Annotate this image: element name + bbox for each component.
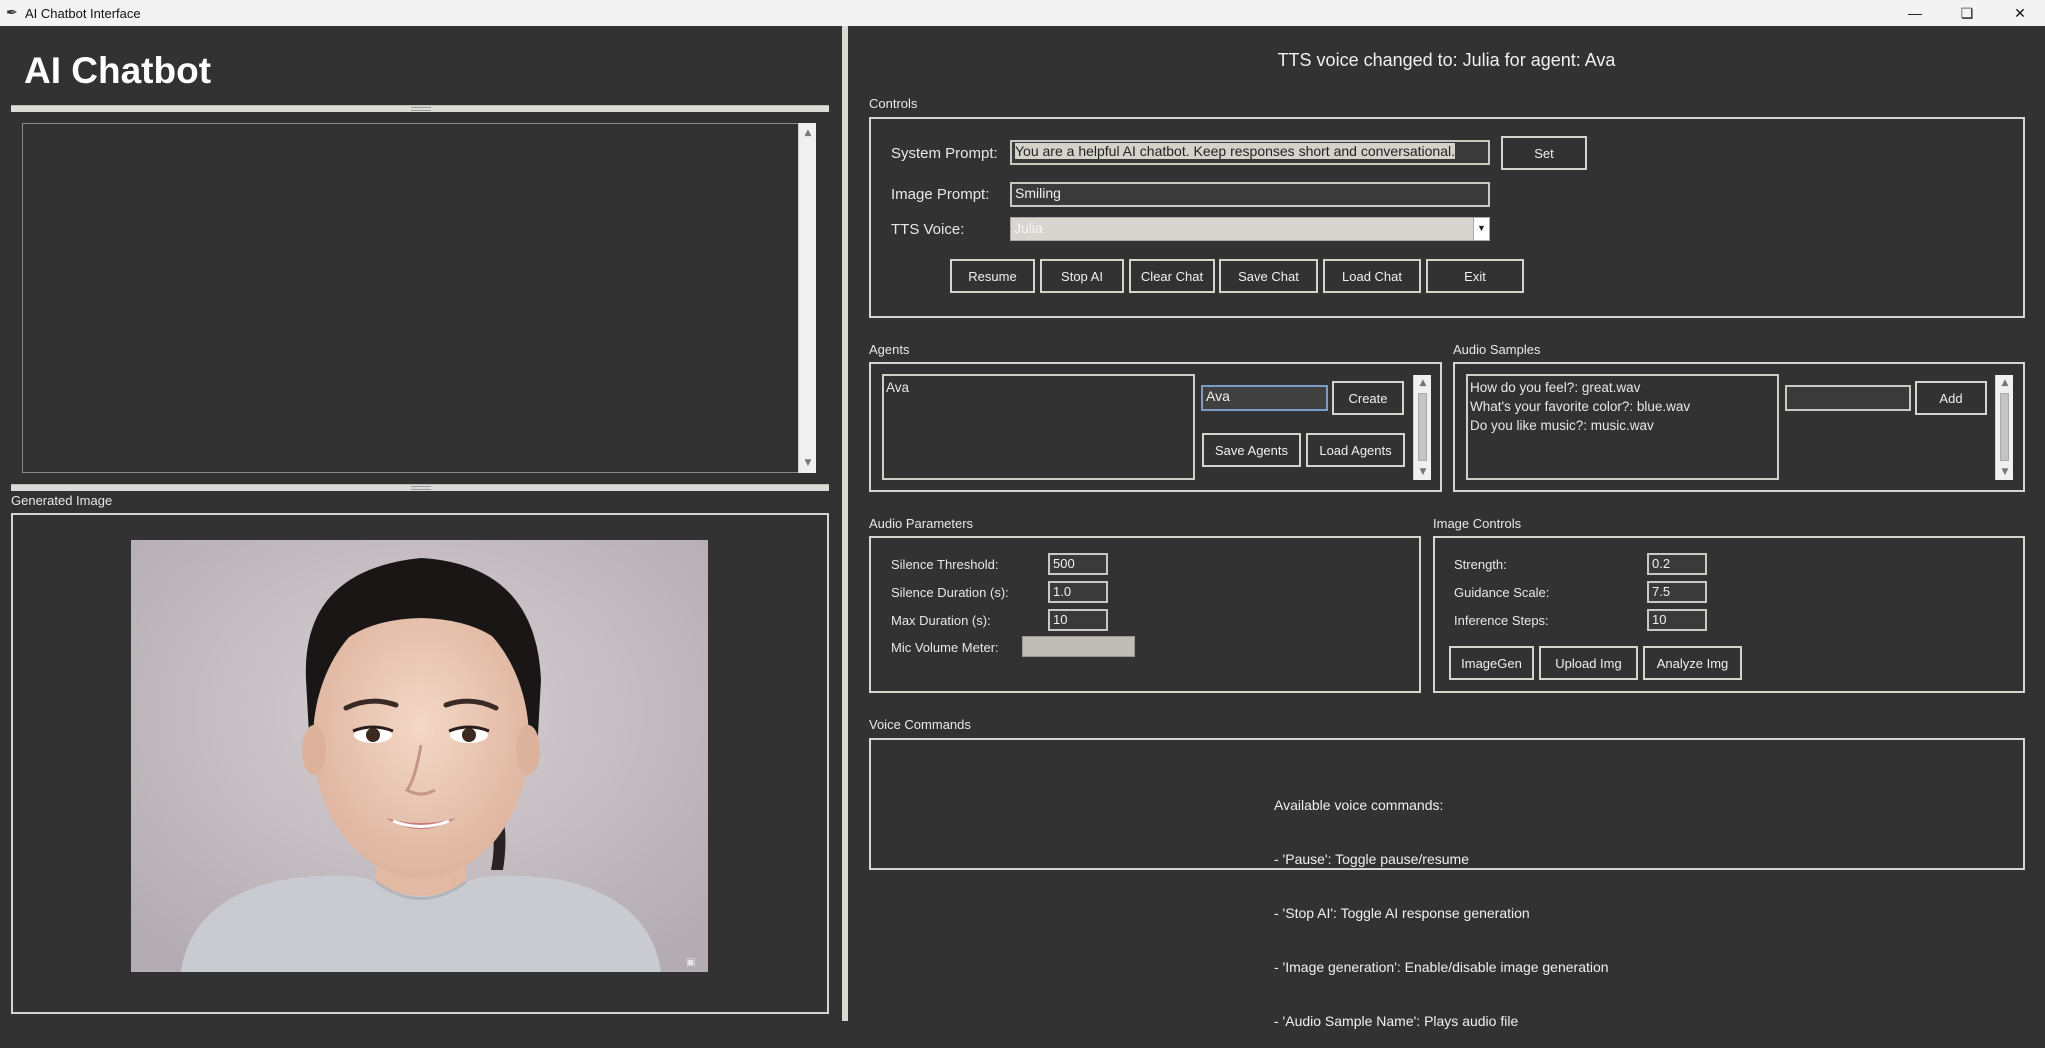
- panel-divider[interactable]: [842, 26, 848, 1021]
- image-controls-label: Image Controls: [1433, 516, 1522, 531]
- strength-input[interactable]: 0.2: [1647, 553, 1707, 575]
- agents-label: Agents: [869, 342, 910, 357]
- agents-list[interactable]: Ava: [882, 374, 1195, 480]
- voice-command-line: - 'Pause': Toggle pause/resume: [1274, 851, 1469, 867]
- upload-img-button[interactable]: Upload Img: [1539, 646, 1638, 680]
- generated-image-label: Generated Image: [11, 493, 113, 508]
- system-prompt-label: System Prompt:: [891, 145, 998, 162]
- analyze-img-button[interactable]: Analyze Img: [1643, 646, 1742, 680]
- voice-command-line: - 'Image generation': Enable/disable ima…: [1274, 959, 1609, 975]
- controls-label: Controls: [869, 96, 918, 111]
- chevron-down-icon[interactable]: ▼: [1473, 218, 1489, 240]
- image-prompt-input[interactable]: Smiling: [1010, 182, 1490, 207]
- add-sample-button[interactable]: Add: [1915, 381, 1987, 415]
- imagegen-button[interactable]: ImageGen: [1449, 646, 1534, 680]
- minimize-icon[interactable]: —: [1892, 0, 1938, 26]
- tts-voice-select[interactable]: Julia ▼: [1010, 217, 1490, 241]
- tts-voice-label: TTS Voice:: [891, 221, 965, 238]
- resume-button[interactable]: Resume: [950, 259, 1035, 293]
- silence-threshold-label: Silence Threshold:: [891, 557, 999, 572]
- agents-scrollbar[interactable]: ▲ ▼: [1413, 375, 1431, 480]
- strength-label: Strength:: [1454, 557, 1507, 572]
- save-agents-button[interactable]: Save Agents: [1202, 433, 1301, 467]
- audio-params-label: Audio Parameters: [869, 516, 974, 531]
- max-duration-input[interactable]: 10: [1048, 609, 1108, 631]
- audio-samples-list[interactable]: How do you feel?: great.wav What's your …: [1466, 374, 1779, 480]
- guidance-scale-label: Guidance Scale:: [1454, 585, 1550, 600]
- pane-sash-top[interactable]: [11, 105, 829, 112]
- stop-ai-button[interactable]: Stop AI: [1040, 259, 1124, 293]
- silence-threshold-input[interactable]: 500: [1048, 553, 1108, 575]
- scroll-thumb[interactable]: [2000, 393, 2009, 461]
- generated-image: ▣: [131, 540, 708, 972]
- audio-sample-input[interactable]: [1785, 385, 1911, 411]
- scroll-up-icon[interactable]: ▲: [1996, 375, 2014, 391]
- voice-commands-text: Available voice commands: - 'Pause': Tog…: [1274, 760, 1609, 1048]
- window-titlebar: ✒ AI Chatbot Interface — ❏ ✕: [0, 0, 2045, 26]
- load-agents-button[interactable]: Load Agents: [1306, 433, 1405, 467]
- silence-duration-input[interactable]: 1.0: [1048, 581, 1108, 603]
- create-agent-button[interactable]: Create: [1332, 381, 1404, 415]
- scroll-up-icon[interactable]: ▲: [1414, 375, 1432, 391]
- scroll-down-icon[interactable]: ▼: [1996, 464, 2014, 480]
- agent-name-input[interactable]: Ava: [1201, 385, 1328, 411]
- voice-command-line: Available voice commands:: [1274, 797, 1444, 813]
- exit-button[interactable]: Exit: [1426, 259, 1524, 293]
- window-title: AI Chatbot Interface: [25, 6, 141, 21]
- voice-command-line: - 'Audio Sample Name': Plays audio file: [1274, 1013, 1519, 1029]
- voice-commands-label: Voice Commands: [869, 717, 971, 732]
- system-prompt-input[interactable]: You are a helpful AI chatbot. Keep respo…: [1010, 140, 1490, 165]
- list-item[interactable]: Do you like music?: music.wav: [1470, 416, 1775, 435]
- set-prompt-button[interactable]: Set: [1501, 136, 1587, 170]
- mic-volume-meter: [1022, 636, 1135, 657]
- silence-duration-label: Silence Duration (s):: [891, 585, 1009, 600]
- pane-sash-bottom[interactable]: [11, 484, 829, 491]
- scroll-down-icon[interactable]: ▼: [1414, 464, 1432, 480]
- chat-scrollbar[interactable]: ▲ ▼: [798, 123, 816, 473]
- restore-icon[interactable]: ❏: [1944, 0, 1990, 26]
- save-chat-button[interactable]: Save Chat: [1219, 259, 1318, 293]
- list-item[interactable]: Ava: [886, 378, 1191, 397]
- svg-text:▣: ▣: [686, 957, 695, 968]
- load-chat-button[interactable]: Load Chat: [1323, 259, 1421, 293]
- inference-steps-label: Inference Steps:: [1454, 613, 1549, 628]
- chat-history[interactable]: [22, 123, 800, 473]
- audio-samples-scrollbar[interactable]: ▲ ▼: [1995, 375, 2013, 480]
- list-item[interactable]: What's your favorite color?: blue.wav: [1470, 397, 1775, 416]
- clear-chat-button[interactable]: Clear Chat: [1129, 259, 1215, 293]
- list-item[interactable]: How do you feel?: great.wav: [1470, 378, 1775, 397]
- app-heading: AI Chatbot: [24, 50, 212, 91]
- scroll-up-icon[interactable]: ▲: [799, 125, 817, 141]
- guidance-scale-input[interactable]: 7.5: [1647, 581, 1707, 603]
- mic-volume-label: Mic Volume Meter:: [891, 640, 999, 655]
- scroll-thumb[interactable]: [1418, 393, 1427, 461]
- image-prompt-label: Image Prompt:: [891, 186, 990, 203]
- close-icon[interactable]: ✕: [1997, 0, 2043, 26]
- max-duration-label: Max Duration (s):: [891, 613, 991, 628]
- status-message: TTS voice changed to: Julia for agent: A…: [1277, 50, 1616, 70]
- scroll-down-icon[interactable]: ▼: [799, 455, 817, 471]
- voice-command-line: - 'Stop AI': Toggle AI response generati…: [1274, 905, 1530, 921]
- audio-samples-label: Audio Samples: [1453, 342, 1541, 357]
- feather-icon: ✒: [6, 4, 18, 20]
- inference-steps-input[interactable]: 10: [1647, 609, 1707, 631]
